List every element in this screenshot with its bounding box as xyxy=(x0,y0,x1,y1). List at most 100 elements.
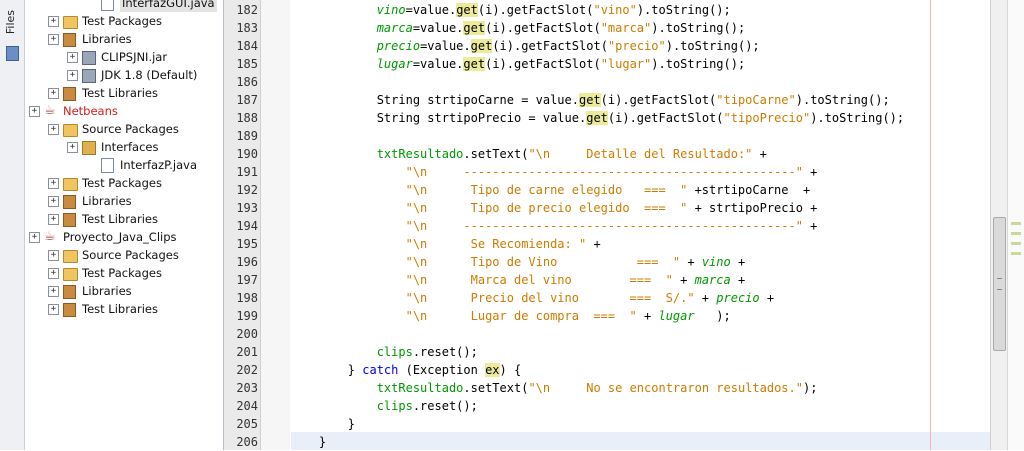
expand-toggle-icon[interactable]: + xyxy=(48,214,59,225)
expand-toggle-icon[interactable]: + xyxy=(67,52,78,63)
code-token: + xyxy=(759,291,775,305)
code-line: "\n Tipo de precio elegido === " + strti… xyxy=(290,199,818,217)
code-token: "\n Tipo de carne elegido === " xyxy=(405,183,688,197)
project-tree[interactable]: InterfazGUI.java + Test Packages + Libraries… xyxy=(25,0,224,450)
library-icon xyxy=(63,87,76,101)
error-stripe-mark[interactable] xyxy=(1011,242,1021,245)
tree-item[interactable]: + Test Libraries xyxy=(25,300,223,318)
code-token: +strtipoCarne + xyxy=(687,183,811,197)
tree-item[interactable]: + ☕ Proyecto_Java_Clips xyxy=(25,228,223,246)
expand-toggle-icon[interactable]: + xyxy=(29,232,40,243)
tree-item[interactable]: + Libraries xyxy=(25,30,223,48)
expand-toggle-icon[interactable]: + xyxy=(48,16,59,27)
line-number: 199 xyxy=(236,309,258,323)
code-token: ); xyxy=(694,309,731,323)
jar-icon xyxy=(82,51,96,65)
code-line: } xyxy=(290,433,326,451)
line-number: 183 xyxy=(236,21,258,35)
line-number: 189 xyxy=(236,129,258,143)
tree-item-label: InterfazGUI.java xyxy=(120,0,217,12)
line-number: 196 xyxy=(236,255,258,269)
scrollbar-thumb[interactable] xyxy=(993,217,1006,351)
library-icon xyxy=(63,195,76,209)
code-token: } xyxy=(290,435,327,449)
files-tab[interactable]: Files xyxy=(3,6,21,66)
scrollbar-grip-icon xyxy=(997,278,1002,290)
code-token: =value. xyxy=(420,39,471,53)
expand-toggle-icon[interactable]: + xyxy=(48,196,59,207)
expand-toggle-icon[interactable]: + xyxy=(67,70,78,81)
tree-item[interactable]: + Test Packages xyxy=(25,12,223,30)
code-token: ).toString(); xyxy=(651,57,746,71)
tree-item[interactable]: + Libraries xyxy=(25,282,223,300)
right-margin-line xyxy=(930,0,931,450)
tree-item[interactable]: + ☕ Netbeans xyxy=(25,102,223,120)
fold-gutter[interactable] xyxy=(261,0,290,450)
tree-item[interactable]: + Test Libraries xyxy=(25,84,223,102)
tree-item[interactable]: + Test Packages xyxy=(25,264,223,282)
code-line: "\n Lugar de compra === " + lugar ); xyxy=(290,307,731,325)
code-editor[interactable]: vino=value.get(i).getFactSlot("vino").to… xyxy=(291,0,990,450)
code-token: =value. xyxy=(412,21,464,35)
code-token: "vino" xyxy=(593,3,637,17)
expand-toggle-icon[interactable]: + xyxy=(48,124,59,135)
error-stripe-mark[interactable] xyxy=(1011,252,1021,255)
tree-item[interactable]: + Test Packages xyxy=(25,174,223,192)
code-token: "marca" xyxy=(600,21,652,35)
code-token: get xyxy=(456,3,478,17)
expand-toggle-icon[interactable]: + xyxy=(48,304,59,315)
code-token: marca xyxy=(376,21,413,35)
error-stripe-mark[interactable] xyxy=(1011,232,1021,235)
code-token: ).toString(); xyxy=(665,39,760,53)
expand-toggle-icon[interactable]: + xyxy=(48,88,59,99)
expand-toggle-icon[interactable]: + xyxy=(29,106,40,117)
error-stripe[interactable] xyxy=(1007,0,1024,450)
code-token: =value. xyxy=(405,3,457,17)
tree-item-label: Test Libraries xyxy=(82,86,158,100)
tree-item[interactable]: + Source Packages xyxy=(25,120,223,138)
code-token: marca xyxy=(694,273,731,287)
code-token: lugar xyxy=(658,309,695,323)
tree-item[interactable]: + Test Libraries xyxy=(25,210,223,228)
side-panel-strip: Files xyxy=(0,0,25,450)
tree-item[interactable]: + JDK 1.8 (Default) xyxy=(25,66,223,84)
expand-toggle-icon[interactable]: + xyxy=(48,268,59,279)
line-number: 190 xyxy=(236,147,258,161)
expand-toggle-icon[interactable]: + xyxy=(48,178,59,189)
tree-item[interactable]: + Source Packages xyxy=(25,246,223,264)
library-icon xyxy=(63,285,76,299)
expand-toggle-icon[interactable]: + xyxy=(48,34,59,45)
vertical-scrollbar[interactable] xyxy=(990,0,1007,450)
error-stripe-mark[interactable] xyxy=(1011,222,1021,225)
code-token: ).toString(); xyxy=(636,3,731,17)
code-token: + xyxy=(694,291,717,305)
package-icon xyxy=(82,141,96,155)
tree-item-label: CLIPSJNI.jar xyxy=(101,50,168,64)
tree-item-label: Test Packages xyxy=(82,176,162,190)
code-line: "\n ------------------------------------… xyxy=(290,163,818,181)
tree-item[interactable]: + Libraries xyxy=(25,192,223,210)
tree-item-label: InterfazP.java xyxy=(120,158,198,172)
code-token: (i).getFactSlot( xyxy=(485,57,601,71)
tree-item-label: Test Libraries xyxy=(82,212,158,226)
expand-toggle-icon[interactable]: + xyxy=(67,142,78,153)
code-line: vino=value.get(i).getFactSlot("vino").to… xyxy=(290,1,731,19)
tree-item[interactable]: + Interfaces xyxy=(25,138,223,156)
code-line: String strtipoPrecio = value.get(i).getF… xyxy=(290,109,904,127)
code-token: ).toString(); xyxy=(795,93,890,107)
code-token: txtResultado xyxy=(376,381,464,395)
tree-item[interactable]: InterfazGUI.java xyxy=(25,0,223,12)
line-number: 204 xyxy=(236,399,258,413)
line-number: 192 xyxy=(236,183,258,197)
folder-icon xyxy=(63,178,78,191)
code-line: lugar=value.get(i).getFactSlot("lugar").… xyxy=(290,55,745,73)
expand-toggle-icon[interactable]: + xyxy=(48,250,59,261)
expand-toggle-icon[interactable]: + xyxy=(48,286,59,297)
tree-item[interactable]: + CLIPSJNI.jar xyxy=(25,48,223,66)
code-token: (i).getFactSlot( xyxy=(485,21,601,35)
tree-item[interactable]: InterfazP.java xyxy=(25,156,223,174)
